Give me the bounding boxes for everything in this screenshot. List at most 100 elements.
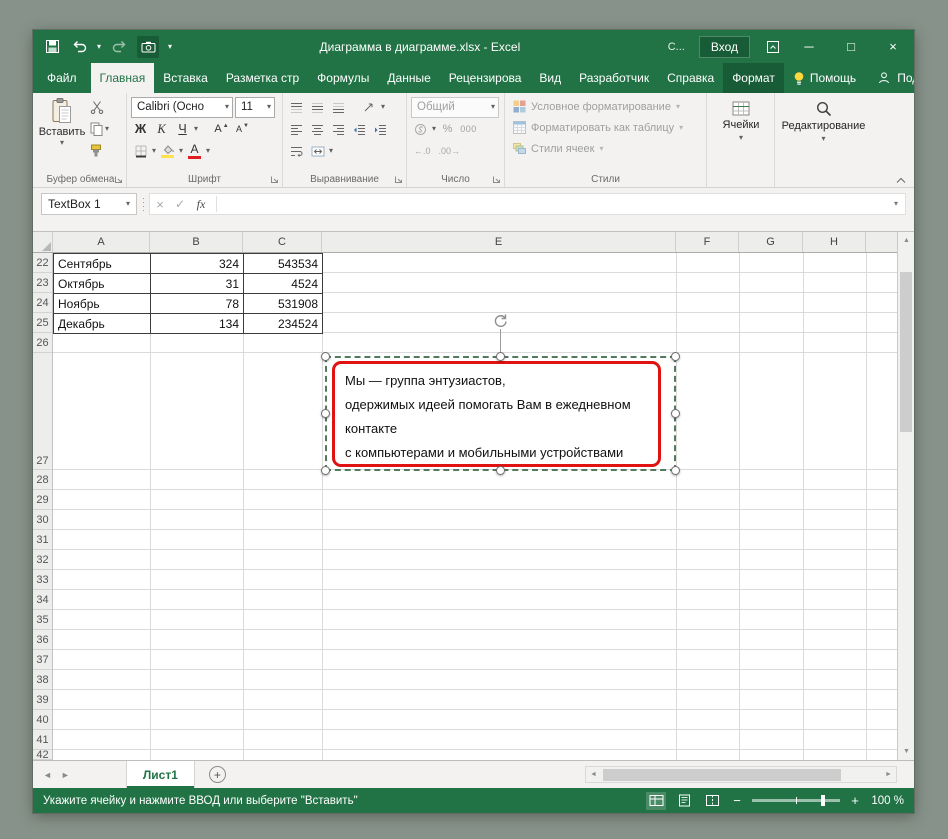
row-header[interactable]: 35 bbox=[33, 610, 52, 630]
tab-insert[interactable]: Вставка bbox=[154, 63, 217, 93]
row-header[interactable]: 30 bbox=[33, 510, 52, 530]
cell[interactable]: 31 bbox=[151, 274, 244, 294]
comma-style-button[interactable]: 000 bbox=[459, 119, 478, 139]
collapse-ribbon-button[interactable] bbox=[895, 177, 907, 184]
zoom-slider[interactable] bbox=[752, 795, 840, 806]
prev-sheet-button[interactable]: ◄ bbox=[43, 770, 52, 780]
font-name-select[interactable]: Calibri (Осно ▾ bbox=[131, 96, 233, 118]
cell[interactable]: 78 bbox=[151, 294, 244, 314]
decrease-indent-button[interactable] bbox=[350, 119, 369, 139]
resize-handle-nw[interactable] bbox=[321, 352, 330, 361]
cell[interactable]: Октябрь bbox=[54, 274, 151, 294]
decrease-decimal-button[interactable]: .00→ bbox=[436, 146, 464, 156]
row-header[interactable]: 31 bbox=[33, 530, 52, 550]
orientation-button[interactable] bbox=[360, 97, 379, 117]
row-header[interactable]: 42 bbox=[33, 750, 52, 760]
fill-color-dropdown[interactable]: ▾ bbox=[179, 147, 183, 155]
column-header-g[interactable]: G bbox=[739, 232, 803, 252]
camera-button[interactable] bbox=[137, 35, 160, 58]
shrink-font-button[interactable]: А ▼ bbox=[233, 119, 252, 139]
scroll-up-button[interactable]: ▲ bbox=[898, 232, 914, 249]
tab-view[interactable]: Вид bbox=[530, 63, 570, 93]
formula-input[interactable] bbox=[221, 194, 887, 214]
align-center-button[interactable] bbox=[308, 119, 327, 139]
enter-button[interactable]: ✓ bbox=[170, 197, 190, 211]
grow-font-button[interactable]: А ▲ bbox=[212, 119, 231, 139]
insert-function-button[interactable]: fx bbox=[190, 197, 212, 212]
clipboard-dialog-launcher[interactable] bbox=[113, 174, 124, 185]
scroll-left-button[interactable]: ◄ bbox=[586, 767, 601, 782]
sheet-tab-list1[interactable]: Лист1 bbox=[125, 761, 195, 788]
column-header-e[interactable]: E bbox=[322, 232, 676, 252]
scroll-right-button[interactable]: ► bbox=[881, 767, 896, 782]
orientation-dropdown[interactable]: ▾ bbox=[381, 103, 385, 111]
resize-handle-n[interactable] bbox=[496, 352, 505, 361]
accounting-format-button[interactable] bbox=[411, 119, 430, 139]
resize-handle-sw[interactable] bbox=[321, 466, 330, 475]
column-header-a[interactable]: A bbox=[53, 232, 150, 252]
column-header-c[interactable]: C bbox=[243, 232, 322, 252]
row-header[interactable]: 23 bbox=[33, 273, 52, 293]
row-header[interactable]: 38 bbox=[33, 670, 52, 690]
merge-center-dropdown[interactable]: ▾ bbox=[329, 147, 333, 155]
cell-styles-button[interactable]: Стили ячеек ▾ bbox=[509, 138, 703, 159]
cut-button[interactable] bbox=[90, 98, 109, 116]
undo-button[interactable] bbox=[70, 38, 88, 56]
wrap-text-button[interactable] bbox=[287, 141, 306, 161]
close-button[interactable]: × bbox=[872, 30, 914, 63]
cell[interactable]: 543534 bbox=[244, 254, 323, 274]
row-header[interactable]: 37 bbox=[33, 650, 52, 670]
zoom-slider-thumb[interactable] bbox=[820, 795, 825, 806]
sign-in-button[interactable]: Вход bbox=[698, 35, 750, 58]
resize-handle-ne[interactable] bbox=[671, 352, 680, 361]
maximize-button[interactable]: □ bbox=[830, 30, 872, 63]
borders-button[interactable] bbox=[131, 141, 150, 161]
row-header[interactable]: 25 bbox=[33, 313, 52, 333]
cell[interactable]: 234524 bbox=[244, 314, 323, 334]
next-sheet-button[interactable]: ► bbox=[61, 770, 70, 780]
underline-button[interactable]: Ч bbox=[173, 119, 192, 139]
save-button[interactable] bbox=[43, 38, 61, 56]
conditional-formatting-button[interactable]: Условное форматирование ▾ bbox=[509, 96, 703, 117]
fill-color-button[interactable] bbox=[158, 141, 177, 161]
tab-help[interactable]: Справка bbox=[658, 63, 723, 93]
row-header[interactable]: 26 bbox=[33, 333, 52, 353]
cell[interactable]: Сентябрь bbox=[54, 254, 151, 274]
tab-file[interactable]: Файл bbox=[33, 63, 91, 93]
number-dialog-launcher[interactable] bbox=[491, 174, 502, 185]
tab-page-layout[interactable]: Разметка стр bbox=[217, 63, 308, 93]
format-painter-button[interactable] bbox=[90, 142, 109, 160]
redo-button[interactable] bbox=[110, 38, 128, 56]
column-header-h[interactable]: H bbox=[803, 232, 866, 252]
increase-decimal-button[interactable]: ←.0 bbox=[411, 146, 434, 156]
tab-format-contextual[interactable]: Формат bbox=[723, 63, 784, 93]
minimize-button[interactable]: ─ bbox=[788, 30, 830, 63]
alignment-dialog-launcher[interactable] bbox=[393, 174, 404, 185]
underline-dropdown[interactable]: ▾ bbox=[194, 125, 198, 133]
font-size-select[interactable]: 11 ▾ bbox=[235, 96, 275, 118]
page-break-view-button[interactable] bbox=[702, 792, 722, 810]
resize-handle-s[interactable] bbox=[496, 466, 505, 475]
align-right-button[interactable] bbox=[329, 119, 348, 139]
borders-dropdown[interactable]: ▾ bbox=[152, 147, 156, 155]
cell[interactable]: 324 bbox=[151, 254, 244, 274]
row-header[interactable]: 40 bbox=[33, 710, 52, 730]
row-header[interactable]: 27 bbox=[33, 353, 52, 470]
copy-button[interactable]: ▾ bbox=[90, 120, 109, 138]
vertical-scrollbar[interactable]: ▲ ▼ bbox=[897, 232, 914, 760]
cell[interactable]: 531908 bbox=[244, 294, 323, 314]
cell[interactable]: Ноябрь bbox=[54, 294, 151, 314]
align-top-button[interactable] bbox=[287, 97, 306, 117]
tell-me-button[interactable]: Помощь bbox=[784, 63, 865, 93]
editing-button[interactable]: Редактирование ▾ bbox=[779, 96, 868, 171]
rotate-handle[interactable] bbox=[492, 312, 509, 329]
horizontal-scrollbar[interactable]: ◄ ► bbox=[585, 766, 897, 783]
cells-button[interactable]: Ячейки ▾ bbox=[711, 96, 771, 171]
account-label[interactable]: С... bbox=[668, 41, 685, 53]
increase-indent-button[interactable] bbox=[371, 119, 390, 139]
row-header[interactable]: 36 bbox=[33, 630, 52, 650]
grid[interactable]: 22 23 24 25 26 27 28 29 30 31 32 33 34 3… bbox=[33, 253, 897, 760]
column-header-b[interactable]: B bbox=[150, 232, 243, 252]
resize-handle-se[interactable] bbox=[671, 466, 680, 475]
textbox[interactable]: Мы — группа энтузиастов, одержимых идеей… bbox=[332, 361, 661, 467]
